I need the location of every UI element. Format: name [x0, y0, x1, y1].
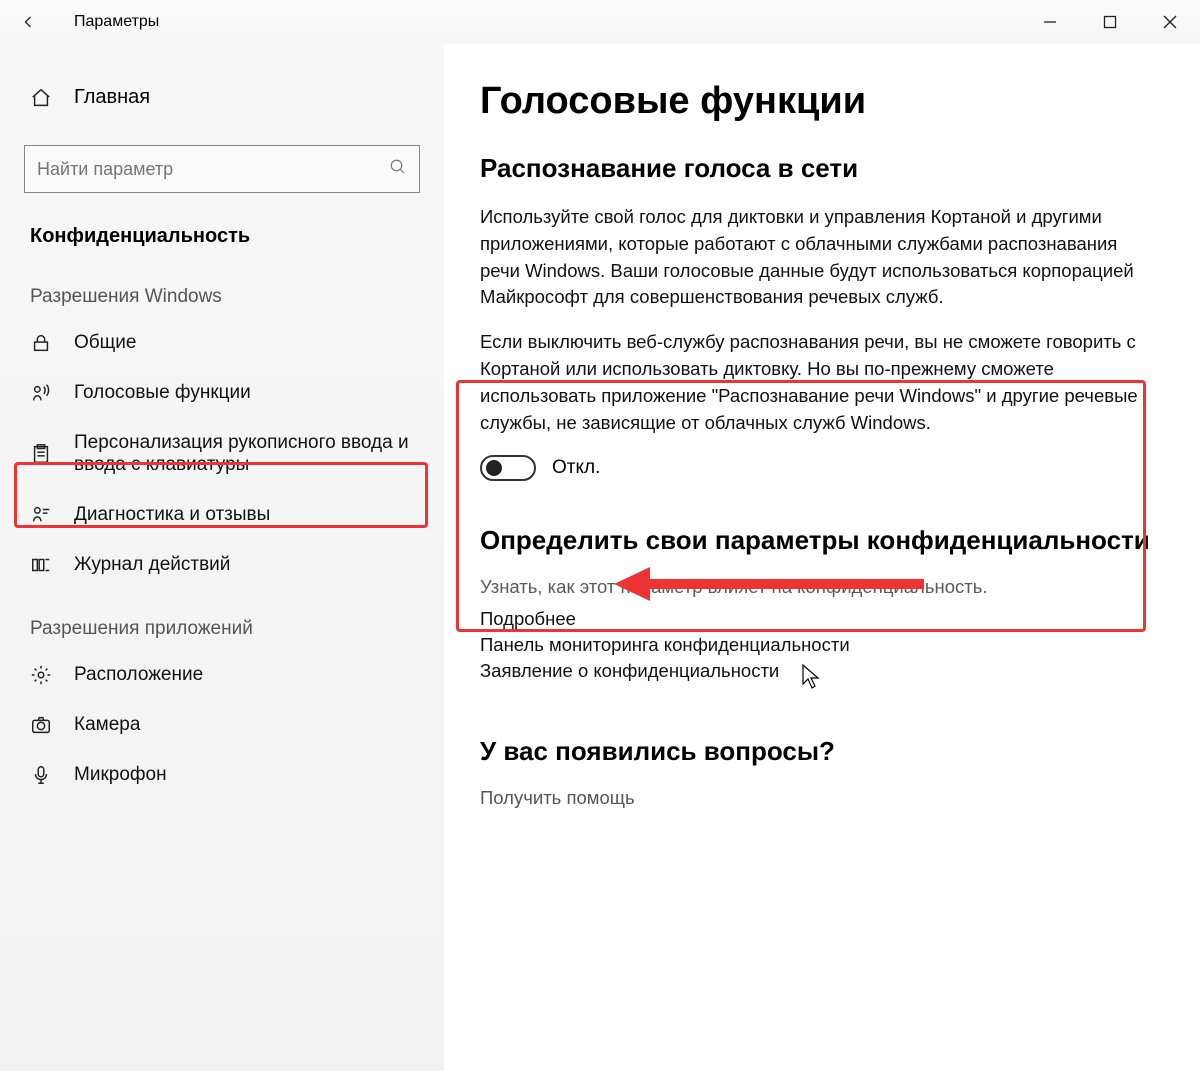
sidebar-item-label: Расположение: [74, 664, 203, 686]
section-speech-recognition: Распознавание голоса в сети: [480, 153, 1156, 184]
sidebar-home-label: Главная: [74, 86, 150, 109]
link-learn-more[interactable]: Подробнее: [480, 608, 1156, 630]
privacy-subtext: Узнать, как этот параметр влияет на конф…: [480, 576, 1156, 598]
arrow-left-icon: [18, 12, 38, 32]
section-questions: У вас появились вопросы?: [480, 736, 1156, 767]
minimize-button[interactable]: [1020, 0, 1080, 44]
page-title: Голосовые функции: [480, 80, 1156, 123]
sidebar-item-activity[interactable]: Журнал действий: [0, 540, 444, 590]
lock-icon: [30, 332, 56, 354]
sidebar-item-label: Общие: [74, 332, 136, 354]
search-icon: [389, 158, 407, 181]
close-icon: [1163, 15, 1177, 29]
microphone-icon: [30, 764, 56, 786]
toggle-state-label: Откл.: [552, 457, 600, 479]
back-button[interactable]: [0, 0, 56, 44]
sidebar-item-label: Персонализация рукописного ввода и ввода…: [74, 432, 414, 476]
clipboard-icon: [30, 443, 56, 465]
maximize-icon: [1103, 15, 1117, 29]
maximize-button[interactable]: [1080, 0, 1140, 44]
link-privacy-statement[interactable]: Заявление о конфиденциальности: [480, 660, 1156, 682]
sidebar-home[interactable]: Главная: [0, 74, 444, 121]
search-input[interactable]: [37, 159, 389, 180]
sidebar-item-label: Камера: [74, 714, 140, 736]
link-privacy-dashboard[interactable]: Панель мониторинга конфиденциальности: [480, 634, 1156, 656]
sidebar-item-diagnostics[interactable]: Диагностика и отзывы: [0, 490, 444, 540]
sidebar-group-windows: Разрешения Windows: [0, 258, 444, 318]
sidebar-item-location[interactable]: Расположение: [0, 650, 444, 700]
sidebar-item-label: Журнал действий: [74, 554, 230, 576]
toggle-knob: [486, 460, 502, 476]
speech-description-2: Если выключить веб-службу распознавания …: [480, 329, 1156, 436]
activity-icon: [30, 554, 56, 576]
main-content: Голосовые функции Распознавание голоса в…: [444, 44, 1200, 1071]
sidebar-item-microphone[interactable]: Микрофон: [0, 750, 444, 800]
sidebar-item-general[interactable]: Общие: [0, 318, 444, 368]
sidebar-group-apps: Разрешения приложений: [0, 590, 444, 650]
location-icon: [30, 664, 56, 686]
sidebar-item-label: Диагностика и отзывы: [74, 504, 270, 526]
speech-toggle[interactable]: [480, 455, 536, 481]
sidebar-item-speech[interactable]: Голосовые функции: [0, 368, 444, 418]
titlebar: Параметры: [0, 0, 1200, 44]
sidebar-item-camera[interactable]: Камера: [0, 700, 444, 750]
sidebar-item-label: Микрофон: [74, 764, 167, 786]
camera-icon: [30, 714, 56, 736]
sidebar: Главная Конфиденциальность Разрешения Wi…: [0, 44, 444, 1071]
section-privacy-settings: Определить свои параметры конфиденциальн…: [480, 525, 1156, 556]
close-button[interactable]: [1140, 0, 1200, 44]
minimize-icon: [1043, 15, 1057, 29]
feedback-icon: [30, 504, 56, 526]
app-title: Параметры: [74, 13, 159, 31]
search-box[interactable]: [24, 145, 420, 193]
sidebar-item-label: Голосовые функции: [74, 382, 251, 404]
link-get-help[interactable]: Получить помощь: [480, 787, 1156, 809]
sidebar-item-inking[interactable]: Персонализация рукописного ввода и ввода…: [0, 418, 444, 490]
home-icon: [30, 87, 58, 109]
sidebar-category: Конфиденциальность: [0, 203, 444, 258]
speech-description-1: Используйте свой голос для диктовки и уп…: [480, 204, 1156, 311]
speech-icon: [30, 382, 56, 404]
